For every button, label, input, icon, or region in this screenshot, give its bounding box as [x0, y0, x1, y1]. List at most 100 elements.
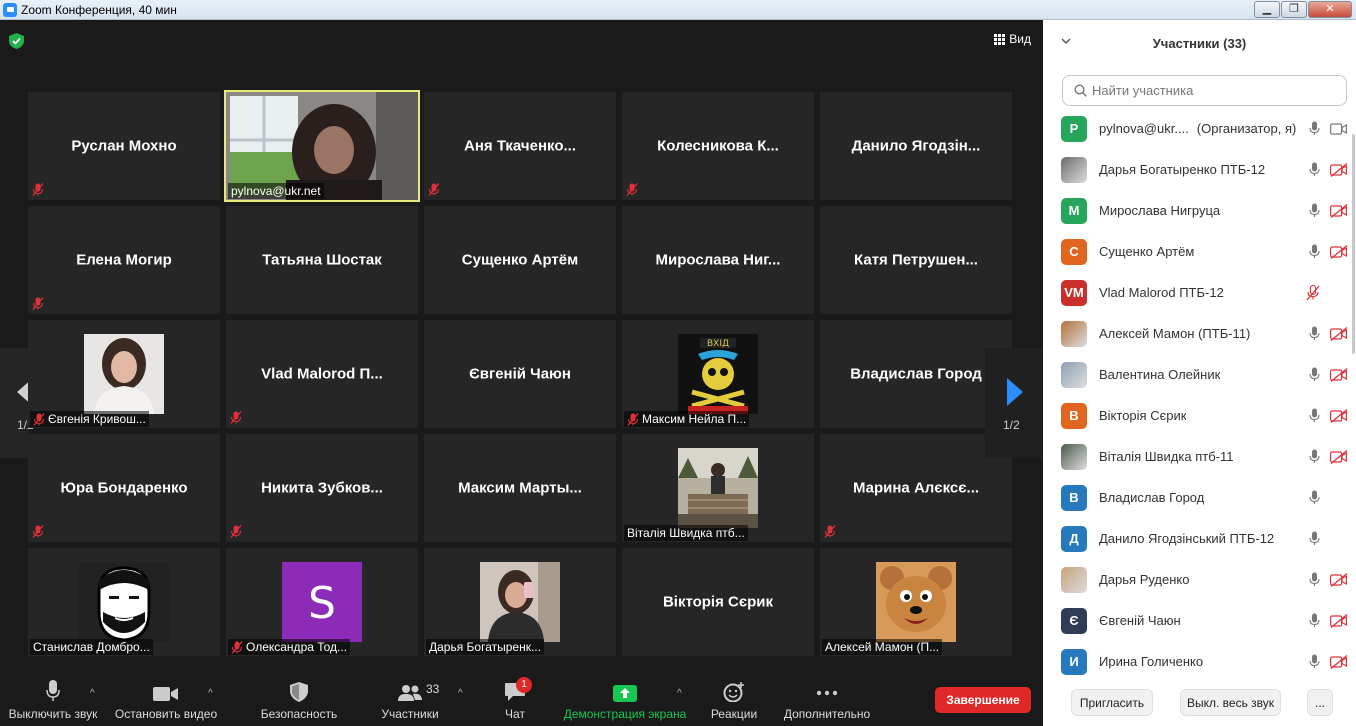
participant-row[interactable]: Дарья Руденко	[1043, 559, 1348, 600]
video-tile[interactable]: Татьяна Шостак	[226, 206, 418, 314]
participant-row[interactable]: B Владислав Город	[1043, 477, 1348, 518]
participant-name: Станислав Домбро...	[33, 640, 150, 654]
participant-row[interactable]: M Мирослава Нигруца	[1043, 190, 1348, 231]
participant-name-label: Алексей Мамон (П...	[822, 639, 943, 655]
participant-name: Максим Нейла П...	[642, 412, 747, 426]
chevron-down-icon[interactable]	[1061, 36, 1071, 46]
participant-search-input[interactable]: Найти участника	[1062, 75, 1347, 106]
video-tile[interactable]: Максим Марты...	[424, 434, 616, 542]
microphone-icon[interactable]	[1309, 326, 1320, 346]
microphone-icon[interactable]	[1309, 408, 1320, 428]
panel-more-button[interactable]: ...	[1307, 689, 1333, 716]
participant-name: Vlad Malorod ПТБ-12	[1099, 285, 1224, 300]
video-tile[interactable]: Никита Зубков...	[226, 434, 418, 542]
video-tile[interactable]: Катя Петрушен...	[820, 206, 1012, 314]
video-tile[interactable]: Мирослава Ниг...	[622, 206, 814, 314]
muted-mic-icon	[231, 641, 243, 654]
participant-video-frame: ВХІД	[678, 334, 758, 414]
participant-row[interactable]: Віталія Швидка птб-11	[1043, 436, 1348, 477]
video-tile[interactable]: Дарья Богатыренк...	[424, 548, 616, 656]
stop-video-button[interactable]: Остановить видео	[114, 674, 218, 726]
share-options-caret[interactable]: ^	[677, 688, 682, 699]
video-tile[interactable]: Станислав Домбро...	[28, 548, 220, 656]
zoom-app-icon	[3, 2, 17, 17]
end-meeting-button[interactable]: Завершение	[935, 687, 1031, 713]
participant-name: Євгенія Кривош...	[48, 412, 146, 426]
participant-grid: Руслан Мохно pylnova@ukr.net Аня Ткаченко.…	[28, 90, 1012, 656]
encryption-shield-icon[interactable]	[9, 33, 24, 49]
participant-name: Vlad Malorod П...	[261, 365, 383, 383]
security-button[interactable]: Безопасность	[258, 674, 340, 726]
video-tile[interactable]: Віталія Швидка птб...	[622, 434, 814, 542]
video-tile[interactable]: Євгеній Чаюн	[424, 320, 616, 428]
audio-options-caret[interactable]: ^	[90, 688, 95, 699]
window-controls: ▁ ❐ ✕	[1254, 1, 1352, 18]
video-tile[interactable]: S Олександра Тод...	[226, 548, 418, 656]
video-tile[interactable]: Владислав Город	[820, 320, 1012, 428]
close-button[interactable]: ✕	[1308, 1, 1352, 18]
video-tile[interactable]: Аня Ткаченко...	[424, 92, 616, 200]
mute-label: Выключить звук	[8, 707, 98, 721]
microphone-icon[interactable]	[1309, 162, 1320, 182]
participant-row[interactable]: B Вікторія Сєрик	[1043, 395, 1348, 436]
video-tile[interactable]: Сущенко Артём	[424, 206, 616, 314]
video-tile[interactable]: Елена Могир	[28, 206, 220, 314]
participants-options-caret[interactable]: ^	[458, 688, 463, 699]
video-tile[interactable]: Юра Бондаренко	[28, 434, 220, 542]
microphone-icon[interactable]	[1309, 121, 1320, 141]
video-tile[interactable]: Vlad Malorod П...	[226, 320, 418, 428]
microphone-icon[interactable]	[1309, 367, 1320, 387]
video-tile[interactable]: ВХІД Максим Нейла П...	[622, 320, 814, 428]
video-tile[interactable]: Колесникова К...	[622, 92, 814, 200]
participant-video-frame	[84, 334, 164, 414]
participant-row[interactable]: Алексей Мамон (ПТБ-11)	[1043, 313, 1348, 354]
video-off-icon	[1330, 203, 1348, 223]
invite-button[interactable]: Пригласить	[1071, 689, 1153, 716]
participant-row[interactable]: И Ирина Голиченко	[1043, 641, 1348, 682]
view-button[interactable]: Вид	[994, 32, 1031, 46]
microphone-icon[interactable]	[1309, 572, 1320, 592]
participant-row[interactable]: Валентина Олейник	[1043, 354, 1348, 395]
muted-mic-icon	[230, 525, 242, 538]
mute-button[interactable]: Выключить звук	[7, 674, 99, 726]
more-dots-icon	[816, 690, 838, 696]
more-button[interactable]: Дополнительно	[780, 674, 874, 726]
video-tile[interactable]: Данило Ягодзін...	[820, 92, 1012, 200]
participant-row[interactable]: VM Vlad Malorod ПТБ-12	[1043, 272, 1348, 313]
participant-row[interactable]: Є Євгеній Чаюн	[1043, 600, 1348, 641]
video-tile[interactable]: Руслан Мохно	[28, 92, 220, 200]
participant-row[interactable]: Ppylnova@ukr.... (Организатор, я)	[1043, 108, 1348, 149]
video-tile[interactable]: Алексей Мамон (П...	[820, 548, 1012, 656]
muted-mic-icon[interactable]	[1306, 284, 1320, 306]
reactions-button[interactable]: Реакции	[708, 674, 760, 726]
video-tile[interactable]: Вікторія Сєрик	[622, 548, 814, 656]
video-options-caret[interactable]: ^	[208, 688, 213, 699]
microphone-icon[interactable]	[1309, 531, 1320, 551]
participant-status-icons	[1309, 531, 1348, 551]
participant-row[interactable]: Д Данило Ягодзінський ПТБ-12	[1043, 518, 1348, 559]
page-indicator: 1/2	[1003, 418, 1020, 432]
participant-list-scrollbar[interactable]	[1352, 134, 1355, 354]
participant-row[interactable]: Дарья Богатыренко ПТБ-12	[1043, 149, 1348, 190]
participant-name-label: Дарья Богатыренк...	[426, 639, 544, 655]
microphone-icon[interactable]	[1309, 613, 1320, 633]
share-screen-button[interactable]: Демонстрация экрана	[562, 674, 688, 726]
microphone-icon[interactable]	[1309, 449, 1320, 469]
microphone-icon[interactable]	[1309, 490, 1320, 510]
microphone-icon[interactable]	[1309, 654, 1320, 674]
microphone-icon[interactable]	[1309, 244, 1320, 264]
participant-video-frame: S	[282, 562, 362, 642]
mute-all-button[interactable]: Выкл. весь звук	[1180, 689, 1281, 716]
view-label: Вид	[1009, 32, 1031, 46]
video-tile[interactable]: pylnova@ukr.net	[224, 90, 420, 202]
video-tile[interactable]: Євгенія Кривош...	[28, 320, 220, 428]
microphone-icon[interactable]	[1309, 203, 1320, 223]
next-page-button[interactable]: 1/2	[985, 348, 1043, 458]
video-tile[interactable]: Марина Алєксє...	[820, 434, 1012, 542]
previous-page-button[interactable]: 1/2	[0, 348, 34, 458]
participant-name: Елена Могир	[76, 251, 172, 269]
participant-row[interactable]: C Сущенко Артём	[1043, 231, 1348, 272]
maximize-button[interactable]: ❐	[1281, 1, 1307, 18]
participant-name: Вікторія Сєрик	[662, 593, 774, 611]
minimize-button[interactable]: ▁	[1254, 1, 1280, 18]
